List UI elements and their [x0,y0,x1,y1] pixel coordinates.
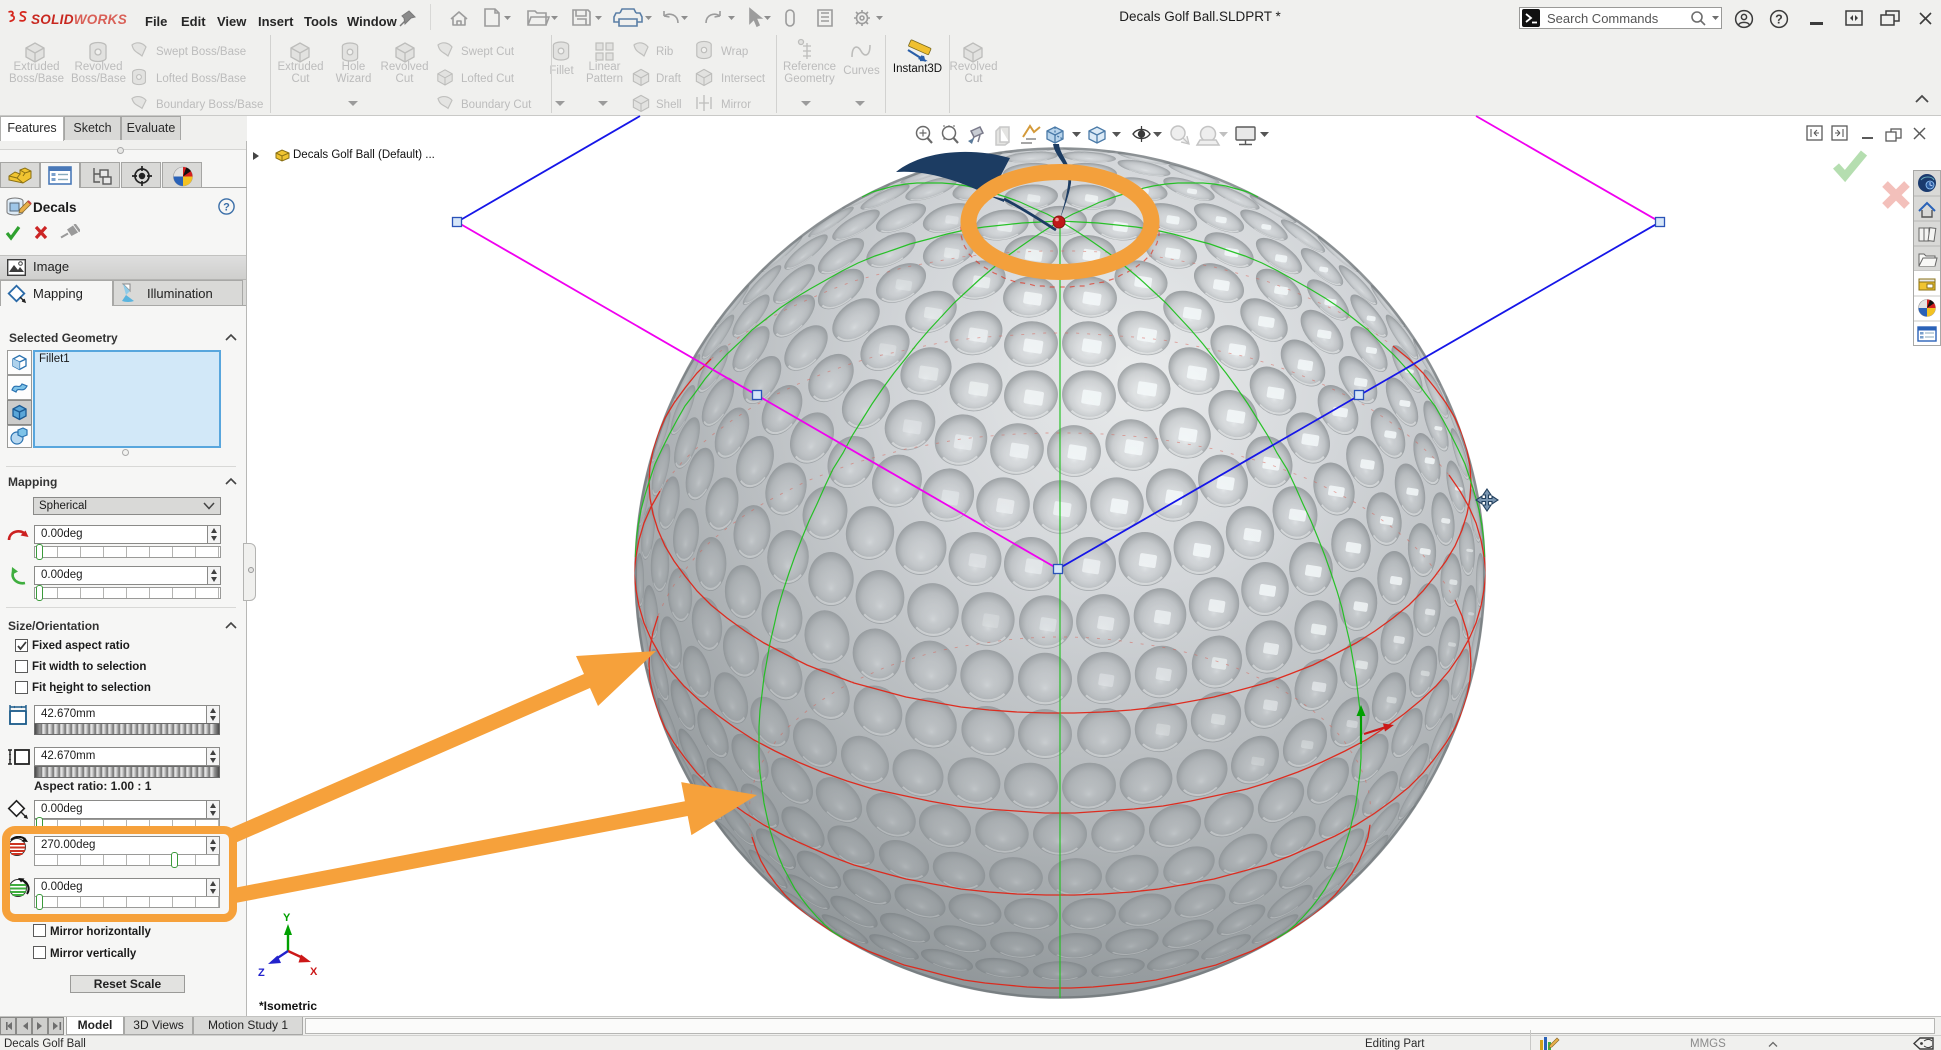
svg-text:?: ? [1775,13,1783,27]
svg-text:?: ? [223,202,230,214]
